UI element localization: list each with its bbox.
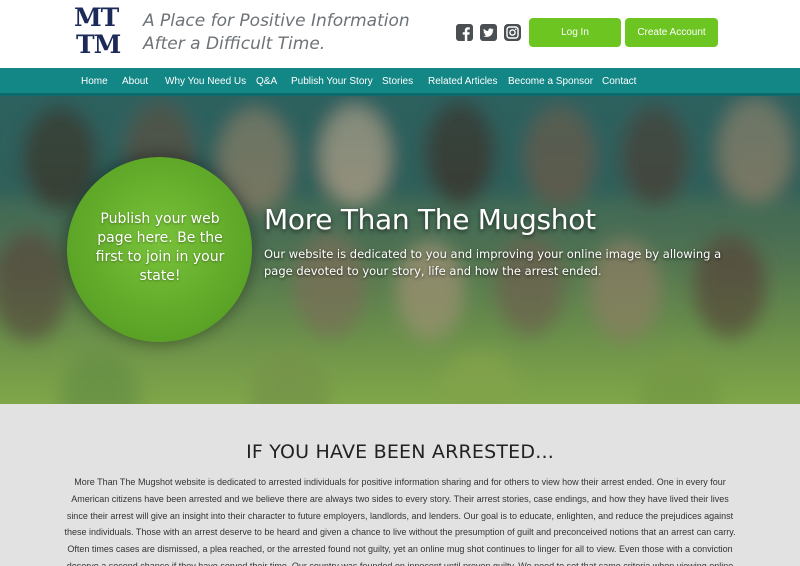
site-logo[interactable]: MT TM — [74, 4, 124, 62]
tagline-line-1: A Place for Positive Information — [143, 11, 410, 31]
nav-item-qa[interactable]: Q&A — [256, 68, 277, 96]
logo-line-2: TM — [76, 30, 121, 59]
facebook-icon[interactable] — [456, 24, 473, 41]
site-header: MT TM A Place for Positive Information A… — [0, 0, 800, 68]
site-tagline: A Place for Positive Information After a… — [143, 10, 410, 56]
nav-item-about[interactable]: About — [122, 68, 148, 96]
nav-item-publish-your-story[interactable]: Publish Your Story — [291, 68, 373, 96]
twitter-icon[interactable] — [480, 24, 497, 41]
main-nav: Home About Why You Need Us Q&A Publish Y… — [0, 68, 800, 96]
section-title: IF YOU HAVE BEEN ARRESTED... — [246, 441, 554, 463]
instagram-icon[interactable] — [504, 24, 521, 41]
create-account-button[interactable]: Create Account — [625, 18, 718, 47]
login-button[interactable]: Log In — [529, 18, 621, 47]
nav-item-related-articles[interactable]: Related Articles — [428, 68, 497, 96]
nav-item-stories[interactable]: Stories — [382, 68, 413, 96]
tagline-line-2: After a Difficult Time. — [143, 34, 326, 54]
nav-item-contact[interactable]: Contact — [602, 68, 636, 96]
publish-promo-text[interactable]: Publish your web page here. Be the first… — [95, 210, 225, 286]
section-body-text: More Than The Mugshot website is dedicat… — [64, 477, 736, 566]
logo-line-1: MT — [74, 3, 119, 32]
hero-title: More Than The Mugshot — [264, 203, 596, 236]
nav-item-why-you-need-us[interactable]: Why You Need Us — [165, 68, 246, 96]
nav-item-home[interactable]: Home — [81, 68, 108, 96]
hero-subtitle: Our website is dedicated to you and impr… — [264, 247, 722, 278]
nav-item-become-a-sponsor[interactable]: Become a Sponsor — [508, 68, 593, 96]
